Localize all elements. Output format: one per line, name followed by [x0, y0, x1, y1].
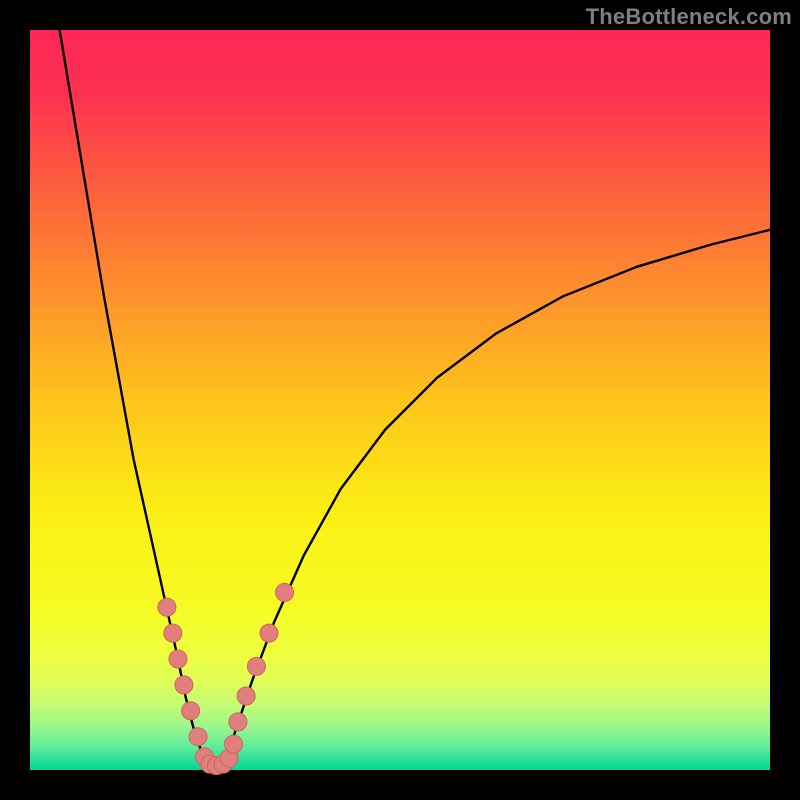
curve-right-curve: [224, 230, 770, 763]
data-marker: [189, 728, 207, 746]
data-marker: [182, 702, 200, 720]
data-marker: [225, 735, 243, 753]
plot-area: [30, 30, 770, 770]
data-marker: [229, 713, 247, 731]
outer-frame: TheBottleneck.com: [0, 0, 800, 800]
data-marker: [169, 650, 187, 668]
data-marker: [247, 657, 265, 675]
data-marker: [237, 687, 255, 705]
watermark-text: TheBottleneck.com: [586, 4, 792, 30]
data-marker: [276, 583, 294, 601]
chart-svg: [30, 30, 770, 770]
data-marker: [164, 624, 182, 642]
data-marker: [175, 676, 193, 694]
data-marker: [158, 598, 176, 616]
data-marker: [260, 624, 278, 642]
